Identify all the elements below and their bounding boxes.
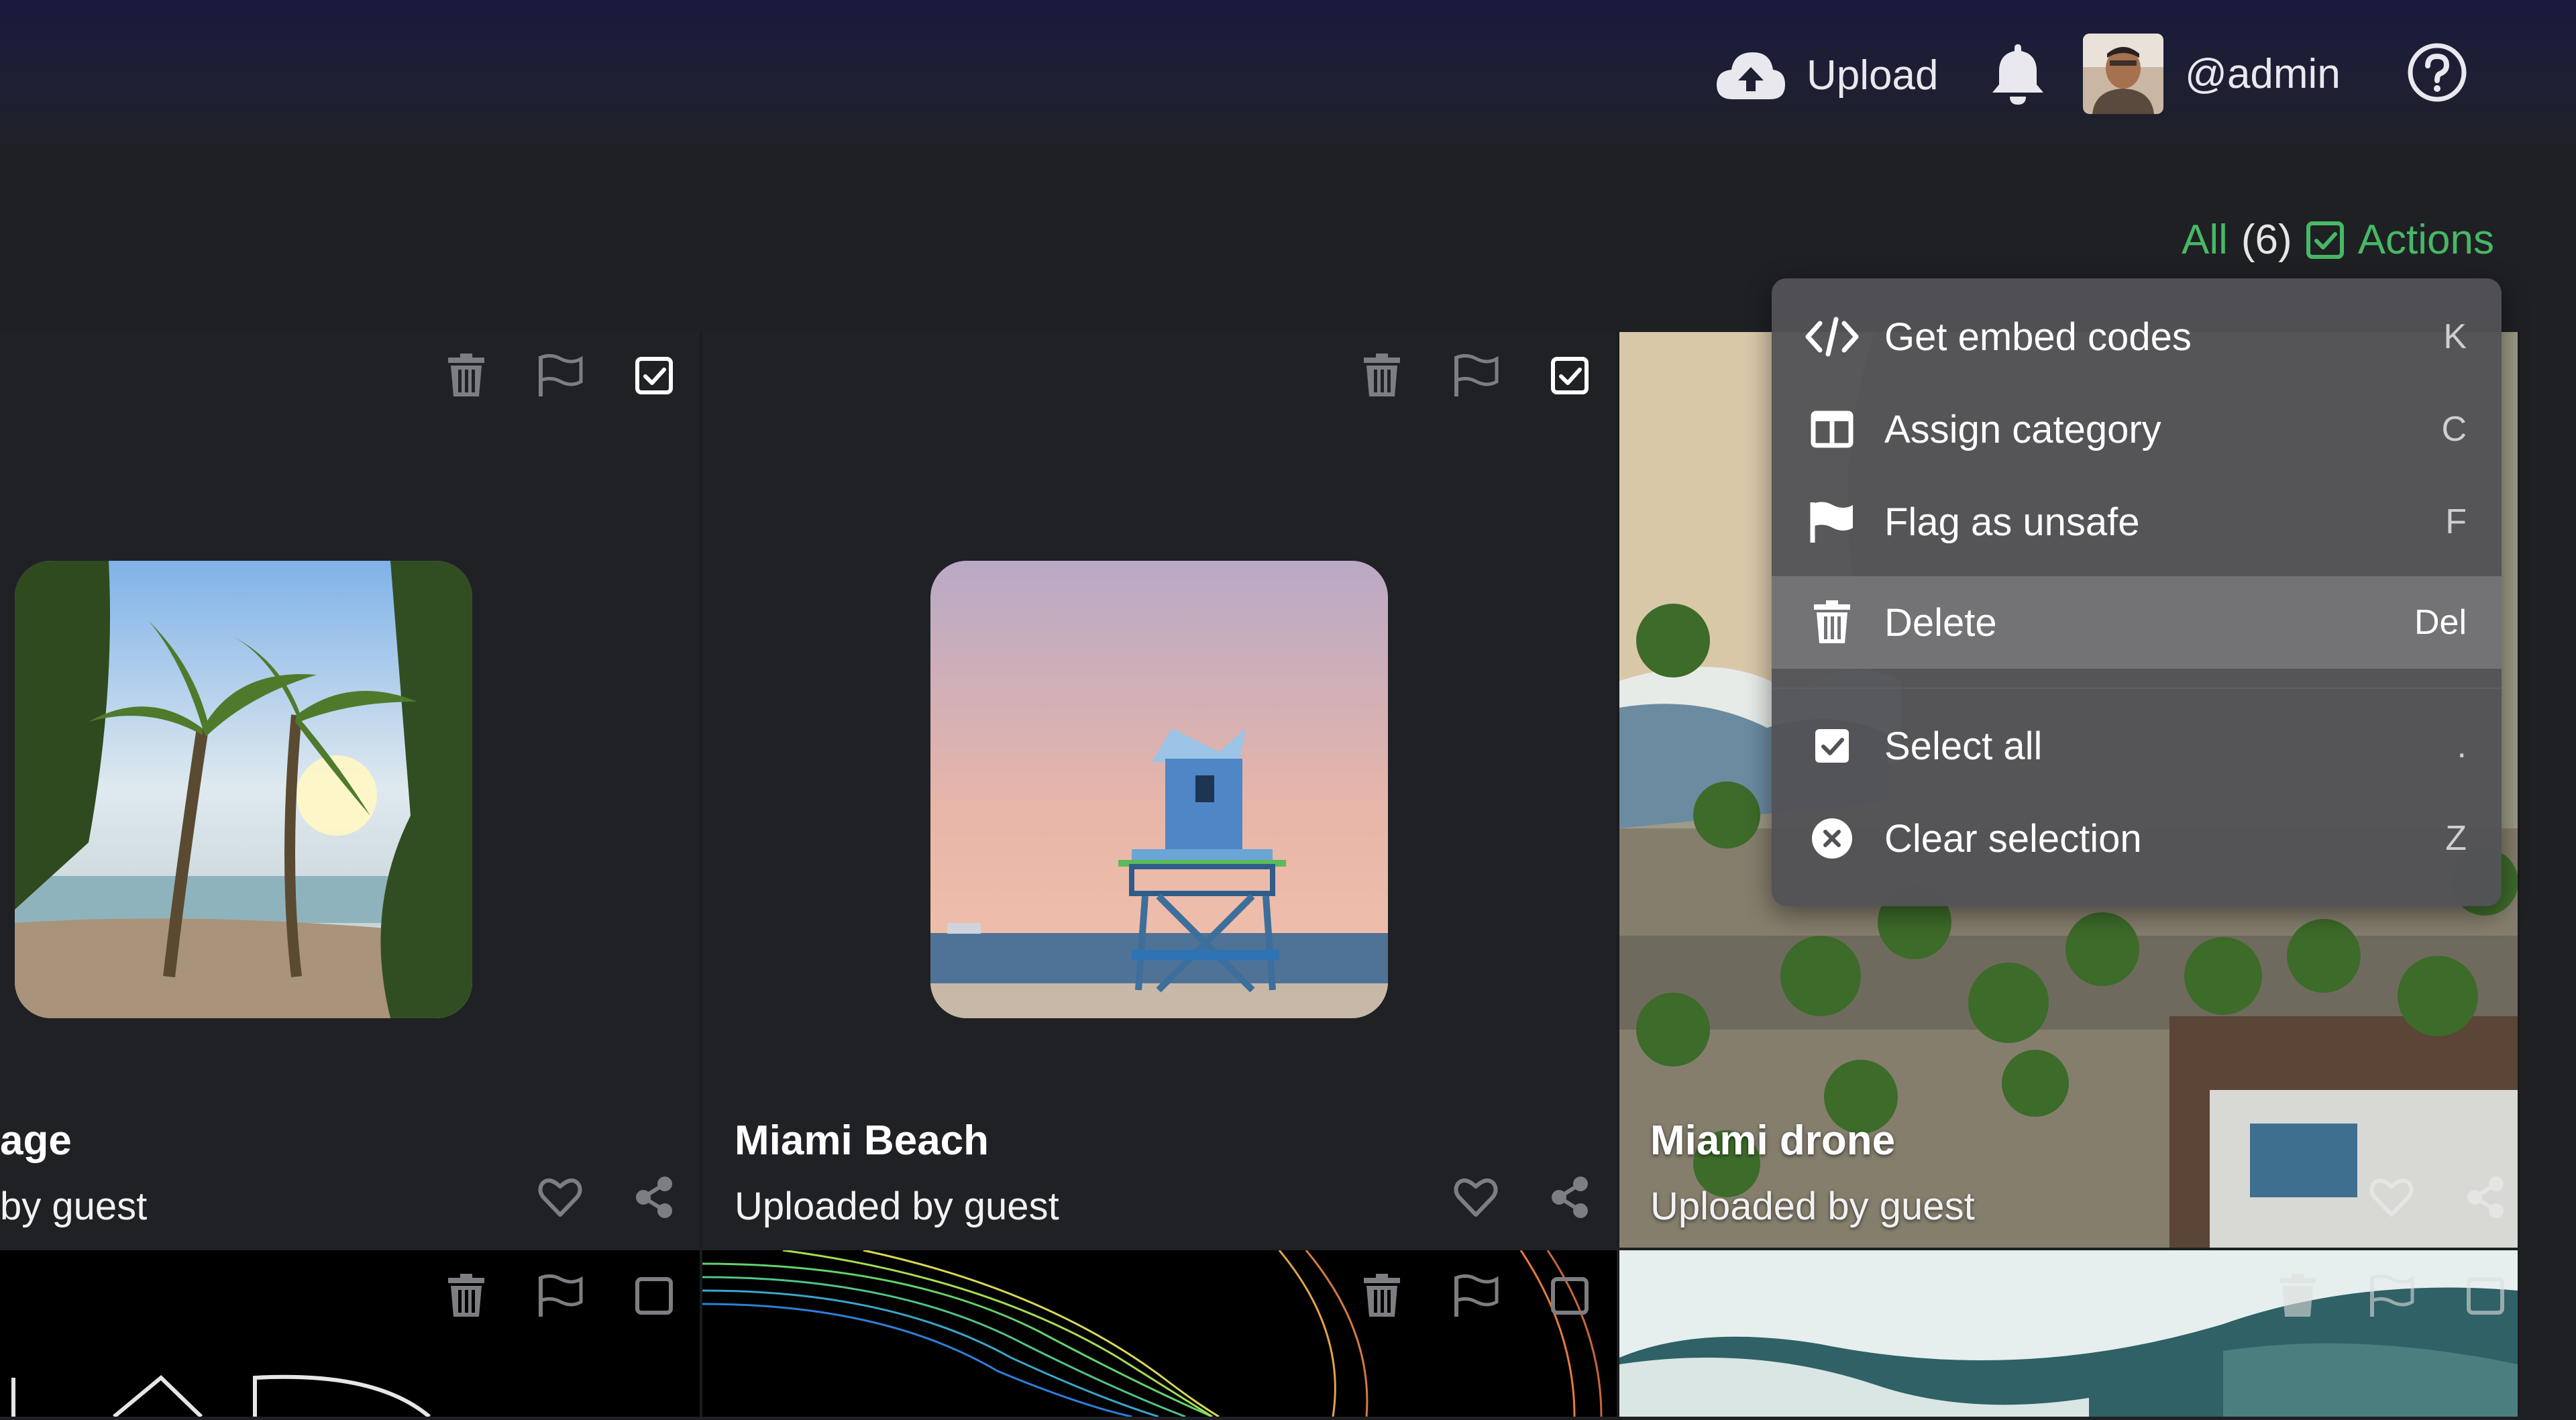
flag-icon	[1805, 495, 1859, 549]
checkbox-empty-icon	[2467, 1277, 2504, 1315]
trash-icon	[1364, 1274, 1400, 1317]
flag-icon	[2370, 1274, 2414, 1317]
card-toolbar	[1355, 1269, 1597, 1323]
menu-item-assign-category[interactable]: Assign category C	[1772, 383, 2502, 476]
flag-icon	[539, 353, 583, 396]
like-button[interactable]	[2365, 1170, 2418, 1224]
share-button[interactable]	[627, 1170, 681, 1224]
trash-icon	[1364, 353, 1400, 396]
notifications-button[interactable]	[1990, 42, 2046, 106]
card-social	[533, 1170, 681, 1224]
card-uploader: by guest	[0, 1185, 148, 1228]
help-button[interactable]	[2405, 40, 2469, 105]
heart-icon	[2369, 1178, 2414, 1217]
like-button[interactable]	[1449, 1170, 1503, 1224]
flag-button[interactable]	[2365, 1269, 2418, 1323]
delete-button[interactable]	[2271, 1269, 2324, 1323]
trash-icon	[448, 353, 484, 396]
checkbox-empty-icon	[635, 1277, 673, 1315]
menu-divider	[1772, 688, 2502, 689]
avatar	[2083, 34, 2163, 114]
menu-item-select-all[interactable]: Select all .	[1772, 700, 2502, 792]
delete-button[interactable]	[439, 349, 493, 402]
selection-filter: All (6) Actions	[2182, 216, 2494, 264]
card-title: Miami Beach	[735, 1117, 989, 1164]
code-icon	[1805, 310, 1859, 364]
flag-icon	[1454, 1274, 1499, 1317]
flag-icon	[539, 1274, 583, 1317]
card-toolbar	[439, 349, 681, 402]
trash-icon	[1805, 596, 1859, 649]
cloud-upload-icon	[1717, 52, 1785, 99]
flag-button[interactable]	[1449, 1269, 1503, 1323]
flag-button[interactable]	[533, 1269, 587, 1323]
card-social	[2365, 1170, 2512, 1224]
share-icon	[2467, 1177, 2504, 1218]
checkbox-empty-icon	[1551, 1277, 1589, 1315]
upload-label: Upload	[1807, 52, 1939, 99]
thumbnail-palms[interactable]	[15, 561, 472, 1018]
flag-button[interactable]	[1449, 349, 1503, 402]
username: @admin	[2185, 50, 2341, 97]
card-toolbar	[439, 1269, 681, 1323]
select-checkbox[interactable]	[627, 349, 681, 402]
share-button[interactable]	[2459, 1170, 2512, 1224]
flag-button[interactable]	[533, 349, 587, 402]
checkbox-icon	[1805, 719, 1859, 773]
share-icon	[1552, 1177, 1588, 1218]
category-icon	[1805, 402, 1859, 456]
actions-dropdown[interactable]: Actions	[2358, 216, 2494, 264]
share-icon	[636, 1177, 672, 1218]
menu-item-delete[interactable]: Delete Del	[1772, 576, 2502, 669]
delete-button[interactable]	[439, 1269, 493, 1323]
select-checkbox[interactable]	[1543, 1269, 1597, 1323]
card-uploader: Uploaded by guest	[1650, 1185, 1975, 1228]
menu-item-embed-codes[interactable]: Get embed codes K	[1772, 290, 2502, 383]
thumbnail-lifeguard-tower[interactable]	[930, 561, 1388, 1018]
delete-button[interactable]	[1355, 1269, 1409, 1323]
card-title: age	[0, 1117, 72, 1164]
checkbox-icon	[2306, 221, 2344, 259]
select-checkbox[interactable]	[1543, 349, 1597, 402]
flag-icon	[1454, 353, 1499, 396]
card-toolbar	[1355, 349, 1597, 402]
menu-item-clear-selection[interactable]: Clear selection Z	[1772, 792, 2502, 885]
bell-icon	[1992, 44, 2043, 105]
trash-icon	[448, 1274, 484, 1317]
actions-menu-panel: Get embed codes K Assign category C Flag…	[1772, 278, 2502, 906]
delete-button[interactable]	[1355, 349, 1409, 402]
card-title: Miami drone	[1650, 1117, 1896, 1164]
selection-count: (6)	[2241, 217, 2292, 263]
like-button[interactable]	[533, 1170, 587, 1224]
card-toolbar	[2271, 1269, 2512, 1323]
menu-item-flag-unsafe[interactable]: Flag as unsafe F	[1772, 476, 2502, 568]
all-filter-link[interactable]: All	[2182, 216, 2228, 264]
select-checkbox[interactable]	[2459, 1269, 2512, 1323]
card-uploader: Uploaded by guest	[735, 1185, 1059, 1228]
upload-button[interactable]: Upload	[1714, 40, 1938, 110]
card-social	[1449, 1170, 1597, 1224]
close-circle-icon	[1805, 812, 1859, 865]
select-checkbox[interactable]	[627, 1269, 681, 1323]
user-menu[interactable]: @admin	[2083, 34, 2341, 114]
help-icon	[2408, 43, 2467, 102]
heart-icon	[538, 1178, 582, 1217]
share-button[interactable]	[1543, 1170, 1597, 1224]
heart-icon	[1454, 1178, 1498, 1217]
checkbox-checked-icon	[635, 357, 673, 394]
checkbox-checked-icon	[1551, 357, 1589, 394]
trash-icon	[2279, 1274, 2316, 1317]
